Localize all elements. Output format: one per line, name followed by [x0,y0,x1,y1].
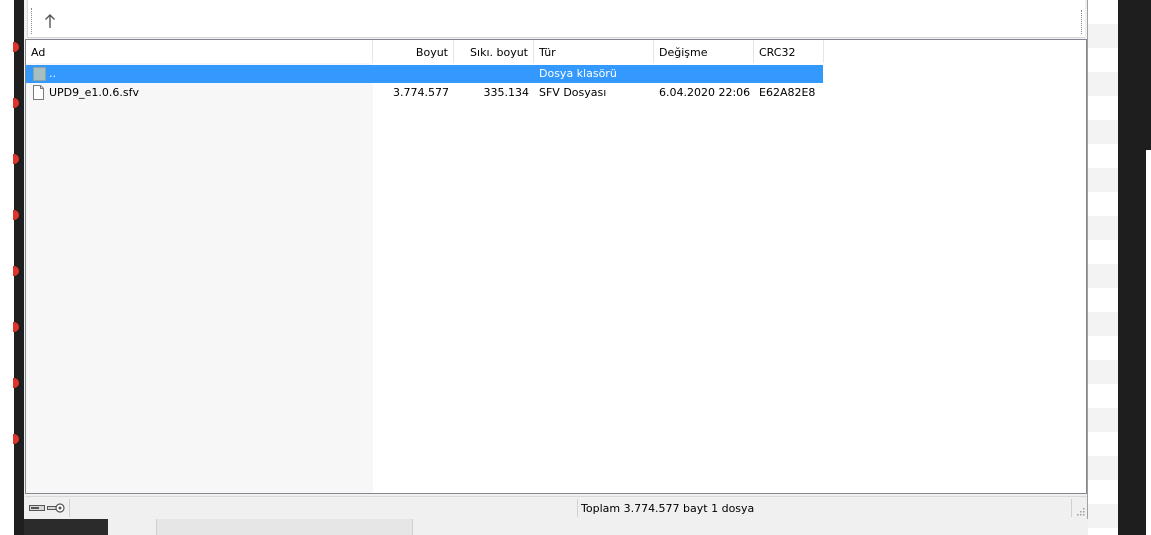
toolbar-separator [31,8,33,34]
table-row-parent-folder[interactable]: .. Dosya klasörü [26,65,823,83]
arrow-up-icon [45,14,55,28]
key-icon [47,503,65,513]
cell-name: UPD9_e1.0.6.sfv [49,86,140,99]
cell-packed-size: 335.134 [483,86,530,99]
up-folder-button[interactable] [42,12,58,30]
column-header-packed-size[interactable]: Sıkı. boyut [454,40,534,63]
taskbar-segment [24,519,108,535]
table-row-file[interactable]: UPD9_e1.0.6.sfv 3.774.577 335.134 SFV Do… [26,84,823,102]
archive-window: Ad ^ Boyut Sıkı. boyut Tür Değişme CRC32… [24,0,1088,519]
status-bar: Toplam 3.774.577 bayt 1 dosya [25,496,1087,518]
status-separator [577,499,578,517]
toolbar-resize-handle[interactable] [1080,10,1082,34]
status-icons [29,502,69,514]
sort-ascending-icon: ^ [196,39,205,47]
cell-crc: E62A82E8 [759,86,816,99]
cell-type: SFV Dosyası [539,86,607,99]
cell-modified [654,65,754,83]
left-background [0,0,14,535]
taskbar-segment [156,519,413,535]
resize-grip-icon[interactable] [1075,506,1085,516]
cell-packed-size [454,65,534,83]
status-summary: Toplam 3.774.577 bayt 1 dosya [581,502,755,515]
background-taskbar [24,519,1088,535]
cell-type: Dosya klasörü [539,67,617,80]
column-header-label: Tür [539,46,556,59]
cell-name: .. [49,67,56,80]
column-header-size[interactable]: Boyut [373,40,454,63]
list-header: Ad ^ Boyut Sıkı. boyut Tür Değişme CRC32 [26,40,1086,63]
cell-size [373,65,454,83]
column-header-label: Sıkı. boyut [470,46,528,59]
toolbar [27,0,1085,38]
cell-modified: 6.04.2020 22:06 [659,86,751,99]
cell-size: 3.774.577 [393,86,449,99]
column-header-name[interactable]: Ad ^ [26,40,373,63]
background-window-list [1088,0,1118,535]
column-header-label: CRC32 [759,46,796,59]
cell-crc [754,65,824,83]
column-header-type[interactable]: Tür [534,40,654,63]
sorted-column-shade [26,63,373,493]
column-header-label: Boyut [415,46,448,59]
column-header-crc[interactable]: CRC32 [754,40,824,63]
column-header-modified[interactable]: Değişme [654,40,754,63]
column-header-label: Değişme [659,46,708,59]
drive-icon [29,505,45,511]
file-icon [33,85,44,100]
status-separator [69,499,70,517]
column-header-label: Ad [31,46,46,59]
right-background-edge [1146,150,1151,535]
status-separator [1071,499,1072,517]
file-list[interactable]: Ad ^ Boyut Sıkı. boyut Tür Değişme CRC32… [25,39,1087,494]
